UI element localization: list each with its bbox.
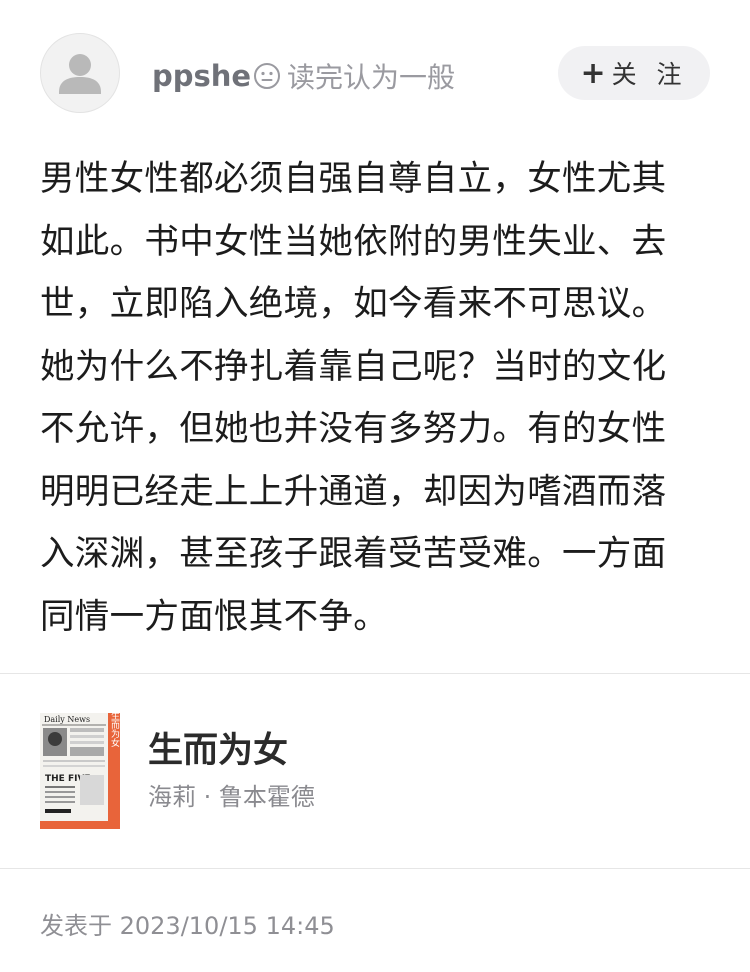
avatar[interactable]	[40, 33, 120, 113]
review-line: 入深渊，甚至孩子跟着受苦受难。一方面	[40, 534, 667, 574]
publish-time: 发表于 2023/10/15 14:45	[40, 912, 335, 940]
book-title[interactable]: 生而为女	[148, 729, 288, 773]
username[interactable]: ppshe	[152, 56, 251, 96]
review-line: 同情一方面恨其不争。	[40, 596, 388, 637]
review-line: 她为什么不挣扎着靠自己呢？当时的文化	[40, 346, 667, 387]
user-silhouette-icon	[59, 54, 101, 94]
cover-masthead: Daily News	[44, 715, 90, 724]
divider	[0, 673, 750, 674]
book-card[interactable]: Daily News THE FIVE 生而为女 生而为女 海莉 · 鲁本霍德	[40, 713, 712, 831]
review-line: 如此。书中女性当她依附的男性失业、去	[40, 221, 667, 262]
rating: 读完认为一般	[253, 56, 455, 96]
cover-spine-title: 生而为女	[109, 713, 120, 748]
book-author: 海莉 · 鲁本霍德	[148, 783, 315, 811]
review-line: 明明已经走上上升通道，却因为嗜酒而落	[40, 471, 667, 512]
follow-button[interactable]: + 关 注	[558, 46, 710, 100]
follow-label: 关 注	[611, 60, 688, 89]
plus-icon: +	[580, 55, 606, 91]
divider	[0, 868, 750, 869]
book-cover-art: Daily News THE FIVE 生而为女	[40, 713, 120, 829]
review-line: 世，立即陷入绝境，如今看来不可思议。	[40, 284, 667, 324]
book-cover[interactable]: Daily News THE FIVE 生而为女	[40, 713, 120, 829]
review-text: 男性女性都必须自强自尊自立，女性尤其 如此。书中女性当她依附的男性失业、去 世，…	[40, 148, 712, 648]
neutral-face-icon	[254, 63, 280, 89]
review-line: 男性女性都必须自强自尊自立，女性尤其	[40, 159, 667, 199]
review-header: ppshe 读完认为一般 + 关 注	[0, 0, 750, 150]
review-line: 不允许，但她也并没有多努力。有的女性	[40, 409, 667, 449]
rating-text: 读完认为一般	[287, 61, 456, 94]
